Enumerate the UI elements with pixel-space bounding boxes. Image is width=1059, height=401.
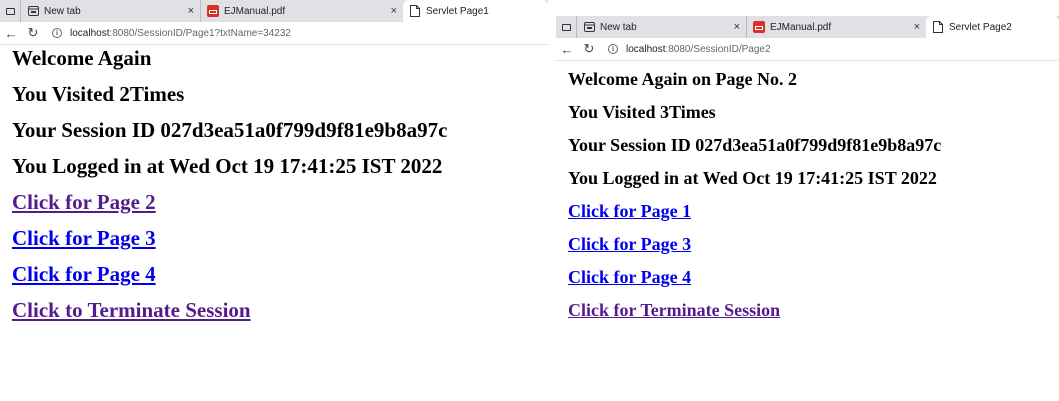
link-page-2[interactable]: Click for Page 2 xyxy=(12,192,156,213)
link-terminate-session[interactable]: Click to Terminate Session xyxy=(12,300,251,321)
tab-label: New tab xyxy=(44,5,81,17)
back-button[interactable]: ← xyxy=(0,26,22,41)
link-page-1[interactable]: Click for Page 1 xyxy=(568,202,691,220)
page-content: Welcome Again You Visited 2Times Your Se… xyxy=(0,45,548,321)
login-time-text: You Logged in at Wed Oct 19 17:41:25 IST… xyxy=(12,154,443,178)
tab-ejmanual-pdf[interactable]: EJManual.pdf × xyxy=(200,0,403,22)
tab-label: Servlet Page2 xyxy=(949,21,1012,33)
visit-count-text: You Visited 3Times xyxy=(568,102,716,122)
tab-close-button[interactable]: × xyxy=(188,5,194,17)
left-browser-window: New tab × EJManual.pdf × Servlet Page1 ←… xyxy=(0,0,548,385)
tab-servlet-page2[interactable]: Servlet Page2 xyxy=(926,16,1059,38)
site-info-icon[interactable]: i xyxy=(52,28,62,38)
tab-actions-button[interactable] xyxy=(0,7,20,15)
url-path: :8080/SessionID/Page1?txtName=34232 xyxy=(109,27,291,39)
back-arrow-icon: ← xyxy=(4,25,18,41)
link-page-3[interactable]: Click for Page 3 xyxy=(568,235,691,253)
back-button[interactable]: ← xyxy=(556,42,578,57)
page-icon xyxy=(409,5,421,17)
tab-label: New tab xyxy=(600,21,637,33)
tab-strip: New tab × EJManual.pdf × Servlet Page2 xyxy=(556,16,1059,38)
url-host: localhost xyxy=(70,27,110,39)
url-field[interactable]: localhost:8080/SessionID/Page2 xyxy=(626,44,771,55)
link-page-4[interactable]: Click for Page 4 xyxy=(568,268,691,286)
tab-new-tab[interactable]: New tab × xyxy=(20,0,200,22)
pdf-icon xyxy=(207,5,219,17)
tab-actions-icon xyxy=(5,7,15,15)
welcome-heading: Welcome Again xyxy=(12,46,152,70)
tab-actions-button[interactable] xyxy=(556,23,576,31)
session-id-text: Your Session ID 027d3ea51a0f799d9f81e9b8… xyxy=(568,135,942,155)
reload-button[interactable]: ↻ xyxy=(22,25,44,41)
tab-close-button[interactable]: × xyxy=(914,21,920,33)
tab-label: Servlet Page1 xyxy=(426,5,489,17)
page-content: Welcome Again on Page No. 2 You Visited … xyxy=(556,61,1059,319)
address-bar: ← ↻ i localhost:8080/SessionID/Page2 xyxy=(556,38,1059,61)
right-browser-window: New tab × EJManual.pdf × Servlet Page2 ←… xyxy=(556,16,1059,401)
reload-icon: ↻ xyxy=(583,41,595,56)
tab-label: EJManual.pdf xyxy=(224,5,286,17)
url-path: :8080/SessionID/Page2 xyxy=(665,43,771,55)
url-host: localhost xyxy=(626,43,666,55)
address-bar: ← ↻ i localhost:8080/SessionID/Page1?txt… xyxy=(0,22,548,45)
tab-servlet-page1[interactable]: Servlet Page1 xyxy=(403,0,548,22)
back-arrow-icon: ← xyxy=(560,41,574,57)
session-id-text: Your Session ID 027d3ea51a0f799d9f81e9b8… xyxy=(12,118,448,142)
link-terminate-session[interactable]: Click for Terminate Session xyxy=(568,301,780,319)
pdf-icon xyxy=(753,21,765,33)
visit-count-text: You Visited 2Times xyxy=(12,82,185,106)
tab-ejmanual-pdf[interactable]: EJManual.pdf × xyxy=(746,16,926,38)
page-icon xyxy=(932,21,944,33)
newtab-icon xyxy=(27,5,39,17)
url-field[interactable]: localhost:8080/SessionID/Page1?txtName=3… xyxy=(70,28,291,39)
reload-icon: ↻ xyxy=(27,25,39,40)
tab-close-button[interactable]: × xyxy=(391,5,397,17)
tab-actions-icon xyxy=(561,23,571,31)
login-time-text: You Logged in at Wed Oct 19 17:41:25 IST… xyxy=(568,168,937,188)
tab-label: EJManual.pdf xyxy=(770,21,832,33)
link-page-4[interactable]: Click for Page 4 xyxy=(12,264,156,285)
tab-strip: New tab × EJManual.pdf × Servlet Page1 xyxy=(0,0,548,22)
tab-new-tab[interactable]: New tab × xyxy=(576,16,746,38)
site-info-icon[interactable]: i xyxy=(608,44,618,54)
tab-close-button[interactable]: × xyxy=(734,21,740,33)
welcome-heading: Welcome Again on Page No. 2 xyxy=(568,69,797,89)
newtab-icon xyxy=(583,21,595,33)
link-page-3[interactable]: Click for Page 3 xyxy=(12,228,156,249)
reload-button[interactable]: ↻ xyxy=(578,41,600,57)
